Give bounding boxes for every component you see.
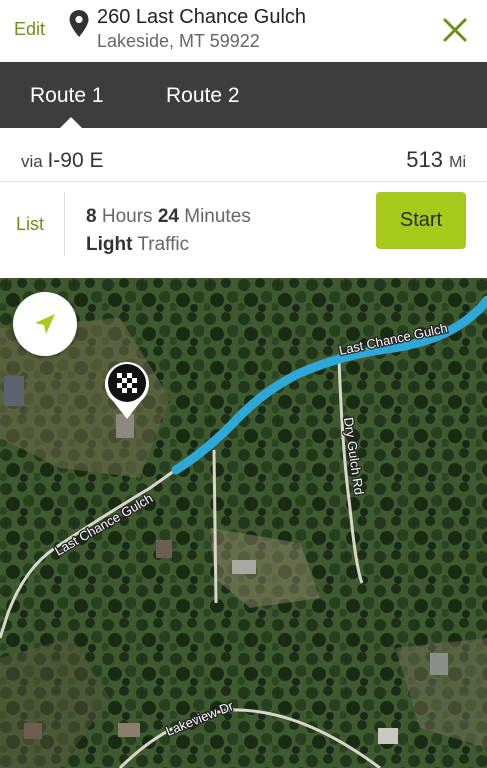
edit-button[interactable]: Edit xyxy=(14,19,45,40)
travel-time: 8 Hours 24 Minutes xyxy=(86,206,251,227)
map-view[interactable]: Last Chance Gulch Last Chance Gulch Dry … xyxy=(0,278,487,768)
navigation-arrow-icon xyxy=(35,314,55,334)
active-tab-indicator xyxy=(60,117,82,128)
destination-city: Lakeside, MT 59922 xyxy=(97,31,260,51)
start-button[interactable]: Start xyxy=(376,192,466,249)
distance-unit: Mi xyxy=(449,154,466,171)
via-road: I-90 E xyxy=(47,149,104,172)
location-pin-icon xyxy=(69,10,89,37)
tab-route-1[interactable]: Route 1 xyxy=(30,84,104,108)
traffic-status: Light Traffic xyxy=(86,234,190,255)
route-info-panel: via I-90 E 513 Mi List 8 Hours 24 Minute… xyxy=(0,128,487,278)
tab-route-2[interactable]: Route 2 xyxy=(166,84,240,108)
divider xyxy=(0,181,487,182)
recenter-button[interactable] xyxy=(13,292,77,356)
via-road-text: via I-90 E xyxy=(21,149,104,172)
top-bar: Edit 260 Last Chance Gulch Lakeside, MT … xyxy=(0,0,487,62)
list-button[interactable]: List xyxy=(16,214,44,235)
close-icon[interactable] xyxy=(441,16,469,44)
destination-address: 260 Last Chance Gulch xyxy=(97,6,307,28)
divider xyxy=(64,192,65,256)
satellite-map[interactable]: Last Chance Gulch Last Chance Gulch Dry … xyxy=(0,278,487,768)
route-distance: 513 Mi xyxy=(406,147,466,172)
